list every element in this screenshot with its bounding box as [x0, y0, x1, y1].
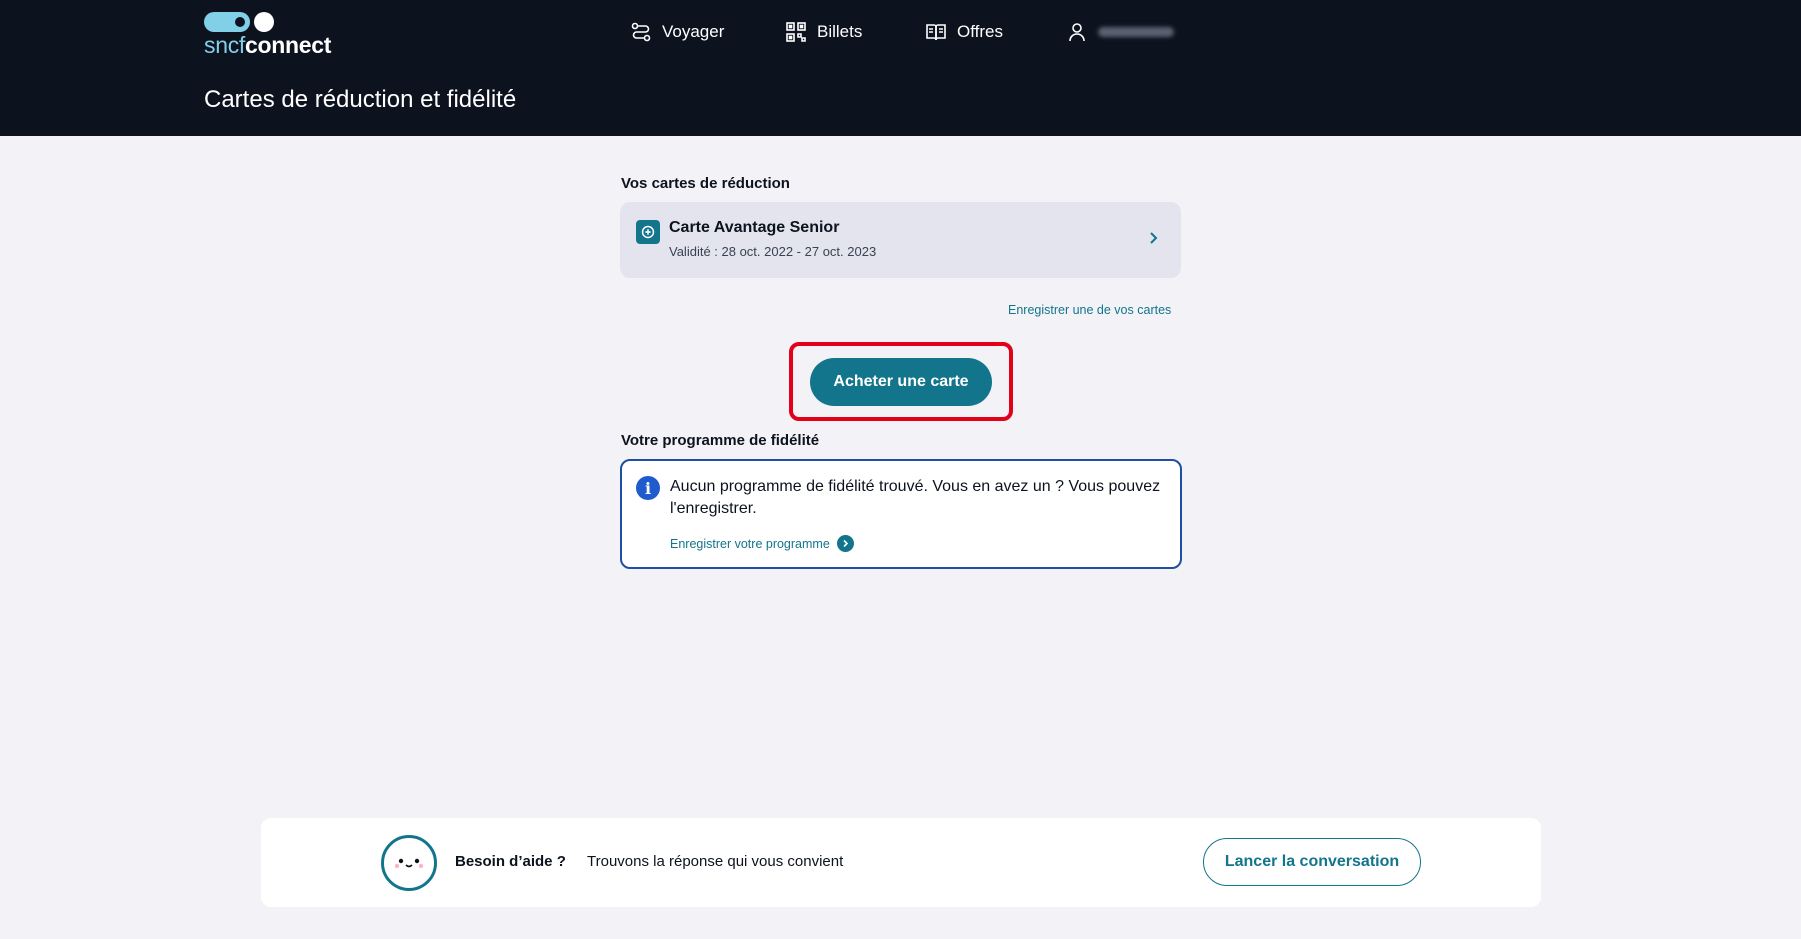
smiley-avatar-icon: [381, 835, 437, 891]
account-name-redacted: [1098, 27, 1174, 37]
help-title: Besoin d’aide ?: [455, 853, 566, 870]
nav-billets-label: Billets: [817, 22, 863, 41]
help-text: Trouvons la réponse qui vous convient: [587, 853, 844, 870]
header: sncfconnect Voyager Billets Offres Carte…: [0, 0, 1801, 136]
register-loyalty-link-label: Enregistrer votre programme: [670, 536, 830, 551]
reduction-card[interactable]: Carte Avantage Senior Validité : 28 oct.…: [620, 202, 1181, 278]
chevron-right-icon: [1150, 232, 1158, 244]
card-validity: Validité : 28 oct. 2022 - 27 oct. 2023: [669, 244, 877, 259]
card-title: Carte Avantage Senior: [669, 219, 840, 236]
loyalty-info-message: Aucun programme de fidélité trouvé. Vous…: [670, 478, 1161, 517]
nav-account[interactable]: [1066, 20, 1174, 44]
logo-text-sncf: sncf: [204, 32, 245, 58]
nav-voyager-label: Voyager: [662, 22, 725, 41]
loyalty-section-title: Votre programme de fidélité: [621, 432, 820, 449]
route-icon: [631, 22, 651, 42]
logo-toggle-icon: [204, 12, 250, 32]
user-icon: [1069, 23, 1085, 42]
page-title: Cartes de réduction et fidélité: [204, 86, 517, 113]
register-loyalty-link[interactable]: Enregistrer votre programme: [670, 535, 854, 552]
arrow-right-circle-icon: [836, 535, 854, 552]
nav-offres[interactable]: Offres: [925, 20, 1003, 44]
logo-text-connect: connect: [244, 32, 332, 58]
help-bar: Besoin d’aide ? Trouvons la réponse qui …: [261, 818, 1541, 907]
nav-billets[interactable]: Billets: [785, 20, 862, 44]
register-card-link[interactable]: Enregistrer une de vos cartes: [1008, 303, 1171, 317]
logo-circle-icon: [254, 12, 274, 32]
buy-card-button[interactable]: Acheter une carte: [810, 358, 992, 406]
nav-voyager[interactable]: Voyager: [630, 20, 724, 44]
plus-circle-icon: [636, 220, 660, 244]
book-icon: [926, 24, 946, 41]
sncf-connect-logo[interactable]: sncfconnect: [204, 12, 344, 58]
start-conversation-button[interactable]: Lancer la conversation: [1203, 838, 1421, 886]
info-icon: i: [636, 476, 660, 500]
qr-code-icon: [786, 22, 806, 42]
nav-offres-label: Offres: [957, 22, 1003, 41]
reduction-section-title: Vos cartes de réduction: [621, 175, 790, 192]
loyalty-info-box: i Aucun programme de fidélité trouvé. Vo…: [620, 459, 1182, 569]
